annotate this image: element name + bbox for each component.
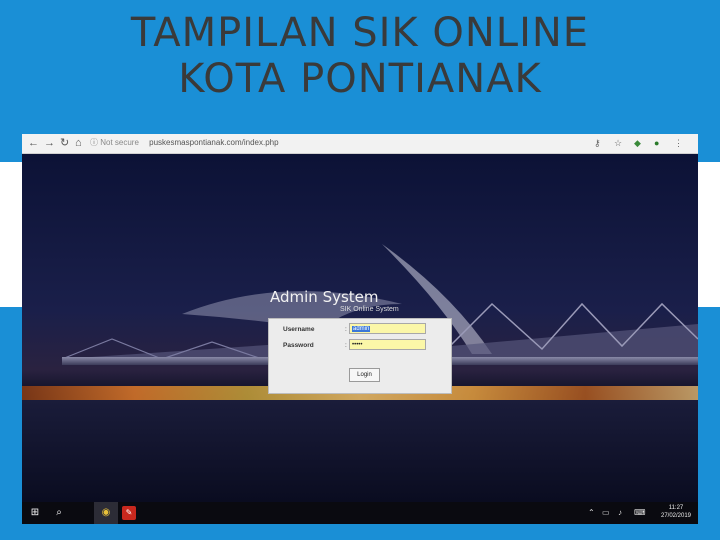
network-icon[interactable]: ▭ xyxy=(602,508,610,518)
password-input[interactable]: ••••• xyxy=(349,339,426,350)
chrome-icon[interactable]: ◉ xyxy=(99,506,113,520)
password-label: Password xyxy=(283,342,314,349)
login-button[interactable]: Login xyxy=(349,368,380,382)
menu-icon[interactable]: ⋮ xyxy=(674,137,683,149)
windows-start-icon[interactable]: ⊞ xyxy=(28,506,42,520)
security-label: Not secure xyxy=(100,138,139,147)
river-water xyxy=(22,400,698,502)
clock-time: 11:27 xyxy=(668,505,684,511)
slide-title-line1: TAMPILAN SIK ONLINE xyxy=(130,10,590,56)
username-input[interactable]: admin xyxy=(349,323,426,334)
browser-screenshot: ← → ↻ ⌂ ⓘ Not secure puskesmaspontianak.… xyxy=(22,134,698,524)
admin-system-title: Admin System xyxy=(270,288,379,306)
browser-toolbar: ← → ↻ ⌂ ⓘ Not secure puskesmaspontianak.… xyxy=(22,134,698,154)
admin-system-subtitle: SIK Online System xyxy=(340,306,399,313)
key-icon[interactable]: ⚷ xyxy=(594,137,601,149)
url-text: puskesmaspontianak.com/index.php xyxy=(149,138,279,147)
address-bar[interactable]: ⓘ Not secure puskesmaspontianak.com/inde… xyxy=(90,136,590,150)
login-form: Username : admin Password : ••••• Login xyxy=(268,318,452,394)
search-icon[interactable]: ⌕ xyxy=(52,506,66,520)
back-arrow-icon[interactable]: ← xyxy=(28,136,39,150)
windows-taskbar: ⊞ ⌕ ◉ ✎ ⌃ ▭ ♪ ⌨ 11:27 27/02/2019 xyxy=(22,502,698,524)
clock-date: 27/02/2019 xyxy=(660,513,692,519)
keyboard-icon[interactable]: ⌨ xyxy=(634,508,646,518)
volume-icon[interactable]: ♪ xyxy=(618,508,622,518)
star-icon[interactable]: ☆ xyxy=(614,137,622,149)
slide-title: TAMPILAN SIK ONLINE KOTA PONTIANAK xyxy=(0,10,720,102)
chevron-up-icon[interactable]: ⌃ xyxy=(588,508,595,518)
home-icon[interactable]: ⌂ xyxy=(75,136,82,150)
extension-icon[interactable]: ◆ xyxy=(634,137,641,149)
slide-title-line2: KOTA PONTIANAK xyxy=(178,56,542,102)
forward-arrow-icon[interactable]: → xyxy=(44,136,55,150)
account-icon[interactable]: ● xyxy=(654,137,659,149)
reload-icon[interactable]: ↻ xyxy=(60,136,69,150)
username-label: Username xyxy=(283,326,315,333)
taskbar-clock[interactable]: 11:27 27/02/2019 xyxy=(658,504,694,520)
username-value: admin xyxy=(352,326,371,332)
username-colon: : xyxy=(345,326,347,333)
password-colon: : xyxy=(345,342,347,349)
info-icon: ⓘ xyxy=(90,138,101,147)
pdf-app-icon[interactable]: ✎ xyxy=(122,506,136,520)
